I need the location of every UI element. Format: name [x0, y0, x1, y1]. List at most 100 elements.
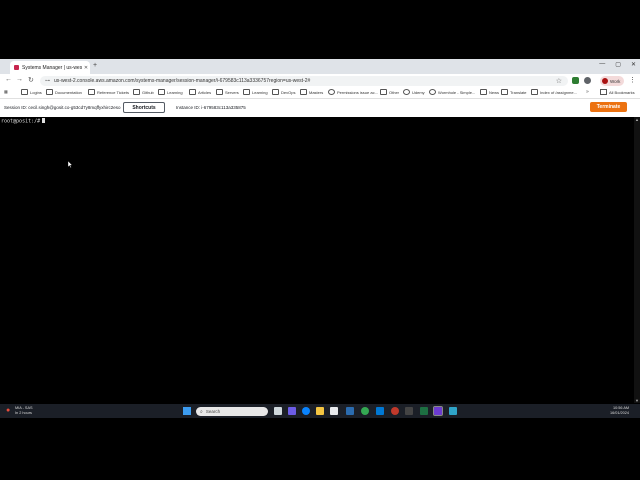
extension-icon[interactable]	[572, 77, 579, 84]
browser-toolbar: ← → ↻ ⊶ us-west-2.console.aws.amazon.com…	[0, 74, 640, 88]
bookmark-label: Translate	[510, 89, 527, 95]
maximize-button[interactable]: ▢	[615, 61, 621, 68]
search-icon: ⌕	[200, 408, 203, 415]
extensions-puzzle-icon[interactable]	[584, 77, 591, 84]
mouse-cursor-icon	[68, 161, 73, 168]
bookmark-learning-2[interactable]: Learning	[243, 89, 268, 95]
bookmark-label: Udemy	[412, 89, 425, 95]
taskbar-search[interactable]: ⌕ Search	[196, 407, 268, 416]
tab-systems-manager[interactable]: Systems Manager | us-west-2 ✕	[10, 61, 90, 74]
active-app-icon[interactable]	[433, 406, 443, 416]
bookmark-reference-tickets[interactable]: Reference Tickets	[88, 89, 129, 95]
excel-icon[interactable]	[420, 407, 428, 415]
bookmark-label: News	[489, 89, 500, 95]
tab-close-icon[interactable]: ✕	[82, 65, 90, 71]
minimize-button[interactable]: —	[599, 61, 605, 68]
folder-icon	[380, 89, 387, 95]
reload-icon[interactable]: ↻	[28, 76, 34, 84]
new-tab-button[interactable]: +	[93, 62, 97, 69]
folder-icon	[300, 89, 307, 95]
scroll-up-icon[interactable]: ▲	[635, 117, 639, 122]
apps-grid-icon[interactable]: ▦	[4, 89, 8, 94]
terminal[interactable]: root@posit:/#	[0, 117, 634, 403]
udemy-icon	[403, 89, 410, 95]
bookmark-other[interactable]: Other	[380, 89, 399, 95]
chrome-browser-icon[interactable]	[361, 407, 369, 415]
bookmark-wormhole[interactable]: Wormhole - Simple...	[429, 89, 475, 95]
forward-icon[interactable]: →	[16, 76, 23, 83]
back-icon[interactable]: ←	[5, 76, 12, 83]
folder-icon	[46, 89, 53, 95]
bookmark-udemy[interactable]: Udemy	[403, 89, 425, 95]
aws-favicon-icon	[14, 65, 19, 70]
bookmark-articles[interactable]: Articles	[189, 89, 211, 95]
bookmark-index-assignments[interactable]: Index of /assignme...	[531, 89, 577, 95]
shortcuts-button[interactable]: Shortcuts	[123, 102, 165, 113]
session-header: Session ID: cecil.singh@gosit.co-g53cd7y…	[0, 99, 640, 117]
bookmark-github[interactable]: Github	[133, 89, 154, 95]
app-teal-icon[interactable]	[449, 407, 457, 415]
terminate-button[interactable]: Terminate	[590, 102, 627, 112]
bookmarks-bar: ▦ Logins Documentation Reference Tickets…	[0, 88, 640, 99]
page-icon	[531, 89, 538, 95]
bookmark-news[interactable]: News	[480, 89, 499, 95]
terminal-scrollbar[interactable]: ▲ ▼	[634, 117, 640, 403]
avatar	[602, 78, 608, 84]
folder-icon	[216, 89, 223, 95]
scroll-down-icon[interactable]: ▼	[635, 398, 639, 403]
search-placeholder: Search	[205, 409, 221, 414]
wormhole-icon	[429, 89, 436, 95]
bookmark-translate[interactable]: Translate	[501, 89, 527, 95]
system-clock[interactable]: 10:56 AM 16/01/2024	[610, 406, 629, 416]
bookmark-masters[interactable]: Masters	[300, 89, 323, 95]
bookmarks-overflow-icon[interactable]: »	[586, 89, 589, 95]
window-controls: — ▢ ✕	[599, 61, 636, 68]
vscode-icon[interactable]	[376, 407, 384, 415]
bookmark-label: Documentation	[55, 89, 82, 95]
bookmark-learning[interactable]: Learning	[158, 89, 183, 95]
bookmark-label: DevOps	[281, 89, 296, 95]
folder-icon	[88, 89, 95, 95]
profile-button[interactable]: Work	[600, 76, 624, 86]
close-window-button[interactable]: ✕	[631, 61, 636, 68]
site-info-icon[interactable]: ⊶	[45, 78, 50, 84]
tab-title: Systems Manager | us-west-2	[22, 64, 82, 71]
store-icon[interactable]	[330, 407, 338, 415]
all-bookmarks-label: All Bookmarks	[609, 89, 635, 95]
bookmark-label: Servers	[225, 89, 239, 95]
bookmark-permissions-issue[interactable]: Permissions issue ac...	[328, 89, 378, 95]
folder-icon	[243, 89, 250, 95]
windows-start-icon[interactable]	[183, 407, 191, 415]
bookmark-logins[interactable]: Logins	[21, 89, 42, 95]
app-icon[interactable]	[346, 407, 354, 415]
prompt-text: root@posit:/#	[1, 118, 41, 125]
task-view-icon[interactable]	[274, 407, 282, 415]
terminal-cursor	[42, 118, 45, 123]
terminal-app-icon[interactable]	[405, 407, 413, 415]
weather-widget[interactable]: ● MIA - SAS In 2 hours	[6, 406, 33, 415]
bookmark-label: Logins	[30, 89, 42, 95]
folder-icon	[158, 89, 165, 95]
folder-icon	[272, 89, 279, 95]
bookmark-star-icon[interactable]: ☆	[556, 77, 562, 85]
url-text: us-west-2.console.aws.amazon.com/systems…	[54, 78, 311, 84]
all-bookmarks-button[interactable]: All Bookmarks	[600, 89, 635, 95]
weather-alert-icon: ●	[6, 406, 11, 414]
app-red-icon[interactable]	[391, 407, 399, 415]
bookmark-label: Other	[389, 89, 400, 95]
windows-taskbar: ● MIA - SAS In 2 hours ⌕ Search 10:56 AM…	[0, 404, 640, 418]
address-bar[interactable]: ⊶ us-west-2.console.aws.amazon.com/syste…	[40, 76, 568, 86]
session-id: Session ID: cecil.singh@gosit.co-g53cd7y…	[4, 105, 121, 110]
edge-browser-icon[interactable]	[302, 407, 310, 415]
bookmark-servers[interactable]: Servers	[216, 89, 239, 95]
bookmark-devops[interactable]: DevOps	[272, 89, 295, 95]
browser-menu-icon[interactable]: ⋮	[629, 76, 636, 84]
instance-id: Instance ID: i-679583c113a335875	[176, 105, 246, 110]
bookmark-label: Articles	[198, 89, 212, 95]
bookmark-label: Index of /assignme...	[540, 89, 577, 95]
clock-date: 16/01/2024	[610, 411, 630, 415]
file-explorer-icon[interactable]	[316, 407, 324, 415]
bookmark-documentation[interactable]: Documentation	[46, 89, 82, 95]
bookmark-label: Permissions issue ac...	[337, 89, 378, 95]
copilot-icon[interactable]	[288, 407, 296, 415]
